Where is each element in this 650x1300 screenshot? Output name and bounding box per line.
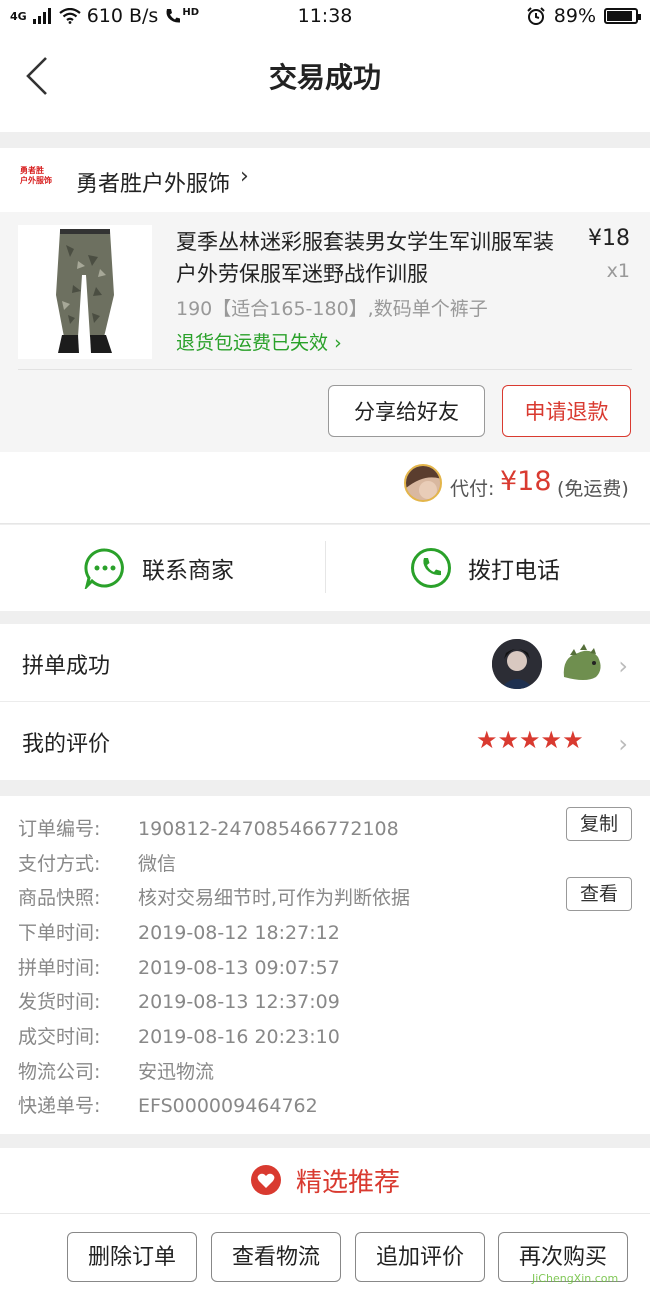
battery-percent: 89% [553, 5, 596, 27]
payment-method-row: 支付方式: 微信 [18, 853, 177, 875]
shipping-note: (免运费) [557, 478, 629, 500]
payment-label: 代付: [450, 478, 495, 500]
chevron-right-icon: › [240, 164, 249, 189]
bottom-action-bar: 删除订单 查看物流 追加评价 再次购买 JiChengXin.com [0, 1214, 650, 1300]
payer-avatar [404, 464, 442, 502]
order-time-row: 下单时间: 2019-08-12 18:27:12 [18, 922, 340, 944]
logistics-company-row: 物流公司: 安迅物流 [18, 1061, 215, 1083]
deal-time-row: 成交时间: 2019-08-16 20:23:10 [18, 1026, 340, 1048]
order-info-section: 订单编号: 190812-247085466772108 支付方式: 微信 商品快照… [0, 796, 650, 1134]
product-spec: 190【适合165-180】,数码单个裤子 [176, 298, 488, 320]
refund-button[interactable]: 申请退款 [502, 385, 631, 437]
add-review-button[interactable]: 追加评价 [355, 1232, 485, 1282]
share-button[interactable]: 分享给好友 [328, 385, 485, 437]
tracking-number-row: 快递单号: EFS000009464762 [18, 1095, 318, 1117]
copy-button[interactable]: 复制 [566, 807, 632, 841]
chevron-right-icon: › [618, 652, 628, 680]
order-number-row: 订单编号: 190812-247085466772108 [18, 818, 399, 840]
shop-logo: 勇者胜 户外服饰 [20, 166, 52, 185]
chat-icon [84, 548, 124, 589]
divider [18, 369, 632, 370]
shop-row[interactable]: 勇者胜 户外服饰 勇者胜户外服饰 › [0, 148, 650, 212]
product-quantity: x1 [606, 260, 630, 282]
heart-icon [250, 1165, 281, 1195]
member-avatar [492, 639, 542, 689]
group-buy-label: 拼单成功 [22, 654, 111, 679]
call-label: 拨打电话 [468, 558, 560, 584]
star-icon: ★ [476, 726, 498, 754]
phone-icon [411, 548, 451, 588]
chevron-right-icon: › [618, 730, 628, 758]
ship-time-row: 发货时间: 2019-08-13 12:37:09 [18, 991, 340, 1013]
page-title: 交易成功 [268, 61, 381, 94]
payment-amount: ¥18 [500, 466, 552, 497]
product-image[interactable] [18, 225, 152, 359]
chevron-right-icon: › [334, 332, 342, 354]
product-title[interactable]: 夏季丛林迷彩服套装男女学生军训服军装户外劳保服军迷野战作训服 [176, 226, 566, 290]
snapshot-row: 商品快照: 核对交易细节时,可作为判断依据 [18, 887, 411, 909]
view-snapshot-button[interactable]: 查看 [566, 877, 632, 911]
watermark: JiChengXin.com [532, 1272, 619, 1285]
my-review-label: 我的评价 [22, 732, 111, 757]
alarm-icon [527, 7, 545, 25]
delete-order-button[interactable]: 删除订单 [67, 1232, 197, 1282]
return-fee-status[interactable]: 退货包运费已失效 › [176, 328, 342, 355]
group-time-row: 拼单时间: 2019-08-13 09:07:57 [18, 957, 340, 979]
star-icon: ★ [519, 726, 541, 754]
divider [325, 541, 326, 593]
member-avatar [556, 639, 606, 689]
contact-merchant-label: 联系商家 [142, 558, 234, 584]
recommend-section: 精选推荐 [0, 1148, 650, 1214]
star-rating: ★★★★★ [476, 726, 584, 754]
star-icon: ★ [497, 726, 520, 754]
group-buy-row[interactable]: 拼单成功 › [0, 624, 650, 702]
call-button[interactable]: 拨打电话 [410, 525, 560, 611]
star-icon: ★ [562, 726, 584, 754]
my-review-row[interactable]: 我的评价 ★★★★★ › [0, 702, 650, 780]
status-bar: 4G 610 B/s HD 11:38 89% [0, 0, 650, 34]
contact-merchant-button[interactable]: 联系商家 [84, 525, 234, 611]
recommend-label: 精选推荐 [295, 1168, 400, 1198]
shop-name: 勇者胜户外服饰 [76, 172, 231, 197]
navigation-bar: 交易成功 [0, 34, 650, 132]
view-logistics-button[interactable]: 查看物流 [211, 1232, 341, 1282]
payment-row: 代付: ¥18 (免运费) [0, 452, 650, 524]
product-card: 夏季丛林迷彩服套装男女学生军训服军装户外劳保服军迷野战作训服 ¥18 x1 19… [0, 212, 650, 452]
group-review-section: 拼单成功 › 我的评价 ★★★★★ › [0, 624, 650, 780]
product-price: ¥18 [588, 226, 630, 251]
battery-icon [604, 8, 641, 24]
star-icon: ★ [540, 726, 563, 754]
contact-bar: 联系商家 拨打电话 [0, 525, 650, 611]
